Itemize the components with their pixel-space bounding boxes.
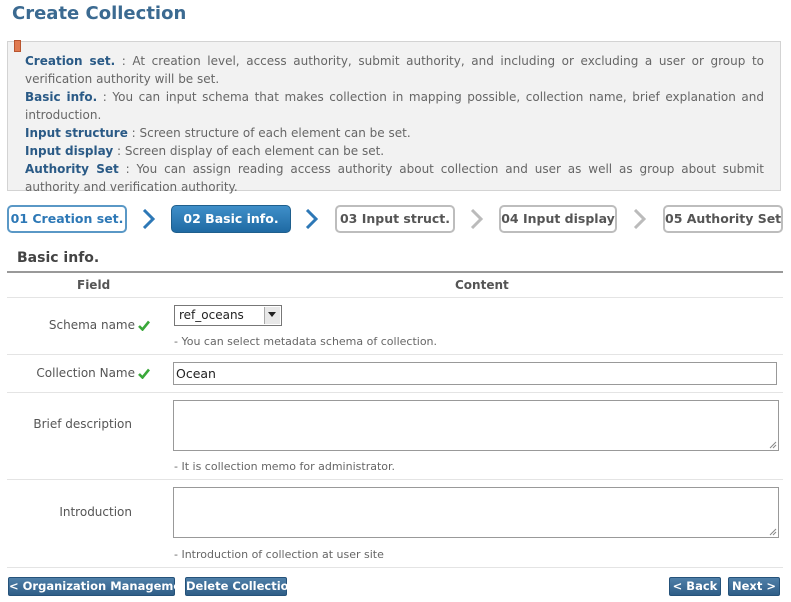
divider xyxy=(7,297,783,298)
table-top-border xyxy=(7,271,783,273)
info-text: : You can input schema that makes collec… xyxy=(25,90,764,122)
info-key: Input structure xyxy=(25,126,128,140)
divider xyxy=(7,354,783,355)
info-authority: Authority Set : You can assign reading a… xyxy=(25,160,764,196)
divider xyxy=(7,479,783,480)
introduction-label: Introduction xyxy=(59,505,132,519)
divider xyxy=(7,567,783,568)
info-text: : Screen structure of each element can b… xyxy=(127,126,411,140)
brief-description-label: Brief description xyxy=(33,417,132,431)
header-field: Field xyxy=(77,278,111,292)
brief-description-textarea[interactable] xyxy=(173,400,779,451)
info-key: Basic info. xyxy=(25,90,98,104)
next-button[interactable]: Next > xyxy=(728,577,780,596)
chevron-right-icon xyxy=(305,209,319,229)
organization-management-button[interactable]: < Organization Management xyxy=(8,577,195,596)
chevron-right-icon xyxy=(633,209,647,229)
info-basic: Basic info. : You can input schema that … xyxy=(25,88,764,124)
brief-hint: - It is collection memo for administrato… xyxy=(174,460,396,473)
info-key: Creation set. xyxy=(25,54,116,68)
collection-name-text: Collection Name xyxy=(36,366,135,380)
info-text: : You can assign reading access authorit… xyxy=(25,162,764,194)
section-title: Basic info. xyxy=(17,250,100,266)
page-title: Create Collection xyxy=(12,3,187,24)
divider xyxy=(7,392,783,393)
chevron-right-icon xyxy=(142,209,156,229)
schema-name-label: Schema name xyxy=(40,318,150,332)
check-icon xyxy=(138,320,150,331)
chevron-right-icon xyxy=(470,209,484,229)
introduction-textarea[interactable] xyxy=(173,487,779,538)
step-basic-info[interactable]: 02 Basic info. xyxy=(171,205,291,233)
info-key: Authority Set xyxy=(25,162,119,176)
header-content: Content xyxy=(455,278,509,292)
collection-name-input[interactable]: Ocean xyxy=(173,362,777,385)
info-box: Creation set. : At creation level, acces… xyxy=(7,40,781,194)
step-input-display[interactable]: 04 Input display xyxy=(499,205,617,233)
check-icon xyxy=(138,368,150,379)
bookmark-icon xyxy=(14,40,21,52)
step-input-struct[interactable]: 03 Input struct. xyxy=(335,205,455,233)
collection-name-label: Collection Name xyxy=(30,366,150,380)
step-authority-set[interactable]: 05 Authority Set xyxy=(663,205,783,233)
info-text: : Screen display of each element can be … xyxy=(113,144,385,158)
info-text: : At creation level, access authority, s… xyxy=(25,54,764,86)
schema-select-value: ref_oceans xyxy=(179,308,244,322)
delete-collection-button[interactable]: Delete Collection xyxy=(185,577,297,596)
schema-hint: - You can select metadata schema of coll… xyxy=(174,335,438,348)
chevron-down-icon[interactable] xyxy=(264,307,280,324)
info-input-display: Input display : Screen display of each e… xyxy=(25,142,764,160)
resize-grip-icon[interactable] xyxy=(769,441,777,449)
introduction-hint: - Introduction of collection at user sit… xyxy=(174,548,384,561)
step-creation-set[interactable]: 01 Creation set. xyxy=(7,205,127,233)
schema-name-text: Schema name xyxy=(48,318,135,332)
info-input-structure: Input structure : Screen structure of ea… xyxy=(25,124,764,142)
info-key: Input display xyxy=(25,144,114,158)
schema-select[interactable]: ref_oceans xyxy=(174,305,282,326)
info-creation: Creation set. : At creation level, acces… xyxy=(25,52,764,88)
resize-grip-icon[interactable] xyxy=(769,528,777,536)
back-button[interactable]: < Back xyxy=(669,577,721,596)
